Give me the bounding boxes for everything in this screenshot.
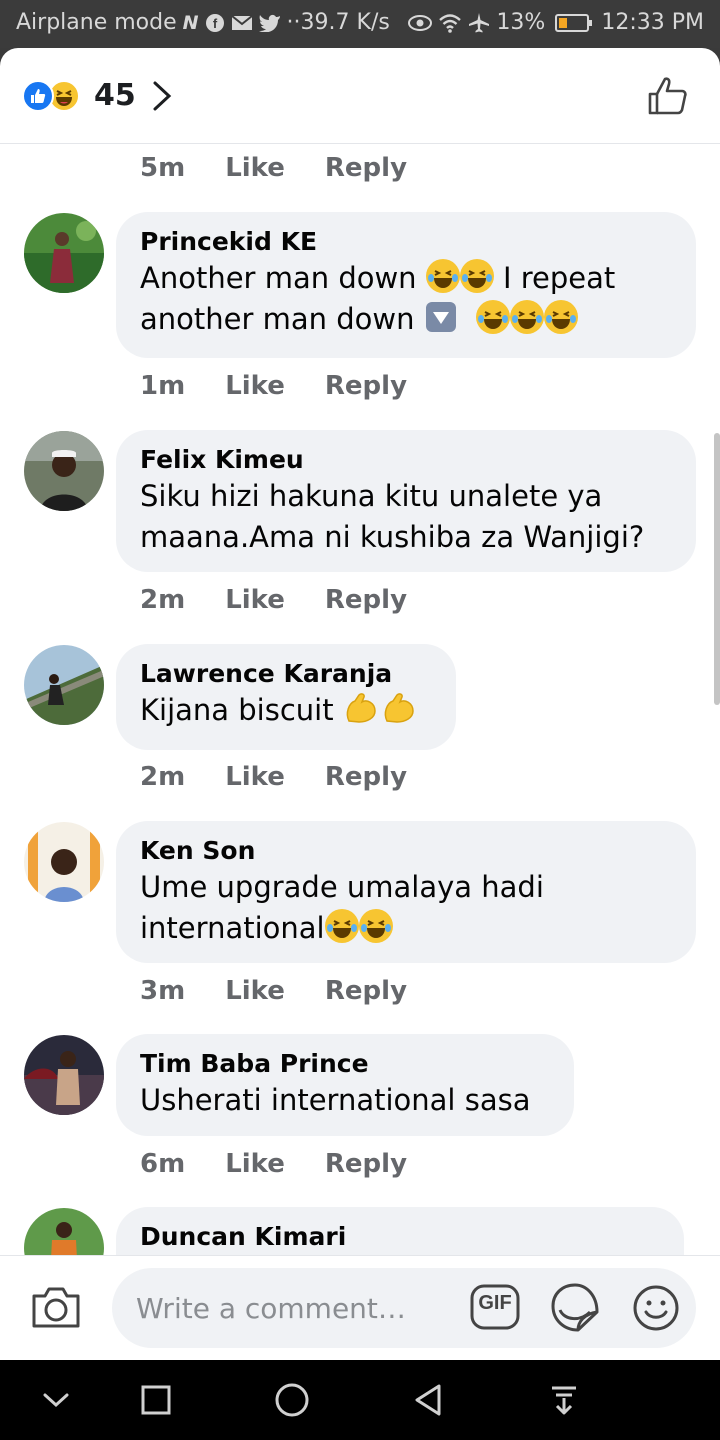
status-left: Airplane mode N f ··39.7 K/s: [16, 10, 390, 35]
comment-meta: 5m Like Reply: [140, 153, 407, 183]
reply-link[interactable]: Reply: [325, 976, 407, 1006]
avatar[interactable]: [24, 822, 104, 902]
avatar[interactable]: [24, 431, 104, 511]
twitter-icon: [258, 11, 281, 35]
scrollbar[interactable]: [714, 433, 720, 705]
comment-author[interactable]: Tim Baba Prince: [140, 1048, 550, 1080]
gif-button[interactable]: GIF: [470, 1284, 520, 1334]
comment-input[interactable]: [136, 1284, 456, 1332]
home-circle-icon[interactable]: [272, 1380, 312, 1420]
reaction-count: 45: [94, 78, 136, 113]
comment-meta: 2m Like Reply: [140, 585, 407, 615]
flexed-biceps-emoji-icon: [381, 691, 419, 725]
comment-author[interactable]: Ken Son: [140, 835, 672, 867]
comments-list: 5m Like Reply Princekid KE Another man d…: [0, 145, 720, 1255]
avatar[interactable]: [24, 1208, 104, 1255]
eye-icon: [408, 11, 433, 35]
comment-bubble[interactable]: Tim Baba Prince Usherati international s…: [116, 1034, 574, 1136]
like-link[interactable]: Like: [225, 371, 285, 401]
mail-icon: [230, 11, 253, 35]
comment-bubble[interactable]: Princekid KE Another man down I repeat a…: [116, 212, 696, 358]
comment-text: Usherati international sasa: [140, 1083, 531, 1117]
nfc-icon: N: [182, 11, 199, 34]
comment-bubble[interactable]: Ken Son Ume upgrade umalaya hadi interna…: [116, 821, 696, 963]
network-speed: ··39.7 K/s: [286, 10, 390, 35]
like-link[interactable]: Like: [225, 976, 285, 1006]
comment-author[interactable]: Felix Kimeu: [140, 444, 672, 476]
comment-composer: GIF: [0, 1255, 720, 1360]
battery-icon: [555, 13, 593, 32]
like-reaction-icon: [22, 80, 54, 112]
wifi-icon: [438, 11, 462, 35]
tears-of-joy-emoji-icon: [459, 259, 494, 293]
reply-link[interactable]: Reply: [325, 585, 407, 615]
like-link[interactable]: Like: [225, 1149, 285, 1179]
tears-of-joy-emoji-icon: [358, 909, 393, 943]
chevron-right-icon[interactable]: [150, 78, 174, 118]
reactions-header[interactable]: 45: [0, 48, 720, 144]
tears-of-joy-emoji-icon: [544, 300, 579, 334]
facebook-icon: f: [205, 11, 225, 35]
comment-author[interactable]: Princekid KE: [140, 226, 672, 258]
comment-text: Another man down I repeat another man do…: [140, 259, 616, 336]
comment-time: 2m: [140, 585, 186, 615]
reply-link[interactable]: Reply: [325, 1149, 407, 1179]
sticker-icon[interactable]: [550, 1282, 600, 1338]
comment-time: 3m: [140, 976, 186, 1006]
comment-time: 1m: [140, 371, 186, 401]
avatar[interactable]: [24, 1035, 104, 1115]
comment-meta: 3m Like Reply: [140, 976, 407, 1006]
comment-bubble[interactable]: Lawrence Karanja Kijana biscuit: [116, 644, 456, 750]
tears-of-joy-emoji-icon: [324, 909, 359, 943]
svg-text:f: f: [212, 16, 217, 31]
gif-label: GIF: [478, 1292, 512, 1314]
tears-of-joy-emoji-icon: [510, 300, 545, 334]
emoji-icon[interactable]: [632, 1284, 680, 1336]
battery-percent: 13%: [496, 10, 546, 35]
reply-link[interactable]: Reply: [325, 762, 407, 792]
camera-icon[interactable]: [30, 1284, 82, 1334]
avatar[interactable]: [24, 213, 104, 293]
system-nav-bar: [0, 1360, 720, 1440]
thumbs-up-icon[interactable]: [646, 74, 690, 122]
tears-of-joy-emoji-icon: [476, 300, 511, 334]
avatar[interactable]: [24, 645, 104, 725]
like-link[interactable]: Like: [225, 762, 285, 792]
comment-text: Kijana biscuit: [140, 690, 432, 731]
comment-field[interactable]: GIF: [112, 1268, 696, 1348]
comment-meta: 6m Like Reply: [140, 1149, 407, 1179]
comment-author[interactable]: Duncan Kimari: [140, 1221, 660, 1253]
status-right: 13% 12:33 PM: [408, 10, 704, 35]
comment-meta: 1m Like Reply: [140, 371, 407, 401]
like-link[interactable]: Like: [225, 585, 285, 615]
airplane-icon: [468, 11, 490, 35]
down-button-emoji-icon: [424, 300, 458, 334]
comment-bubble[interactable]: Duncan Kimari: [116, 1207, 684, 1255]
notification-pull-down-icon[interactable]: [544, 1380, 584, 1420]
comment-time: 5m: [140, 153, 186, 183]
comment-bubble[interactable]: Felix Kimeu Siku hizi hakuna kitu unalet…: [116, 430, 696, 572]
flexed-biceps-emoji-icon: [343, 691, 381, 725]
comment-author[interactable]: Lawrence Karanja: [140, 658, 432, 690]
tears-of-joy-emoji-icon: [425, 259, 460, 293]
like-link[interactable]: Like: [225, 153, 285, 183]
comment-time: 2m: [140, 762, 186, 792]
reaction-icons: [22, 80, 80, 112]
reply-link[interactable]: Reply: [325, 153, 407, 183]
reply-link[interactable]: Reply: [325, 371, 407, 401]
airplane-mode-label: Airplane mode: [16, 10, 177, 35]
comment-time: 6m: [140, 1149, 186, 1179]
comment-text: Ume upgrade umalaya hadi international: [140, 870, 544, 945]
status-bar: Airplane mode N f ··39.7 K/s 13% 12:33 P…: [0, 0, 720, 48]
recents-square-icon[interactable]: [136, 1380, 176, 1420]
comments-sheet: 45 5m Like Reply Princekid KE Another ma…: [0, 48, 720, 1360]
comment-meta: 2m Like Reply: [140, 762, 407, 792]
back-triangle-icon[interactable]: [408, 1380, 448, 1420]
comment-text: Siku hizi hakuna kitu unalete ya maana.A…: [140, 479, 645, 554]
clock: 12:33 PM: [601, 10, 704, 35]
hide-nav-chevron-icon[interactable]: [36, 1380, 76, 1420]
